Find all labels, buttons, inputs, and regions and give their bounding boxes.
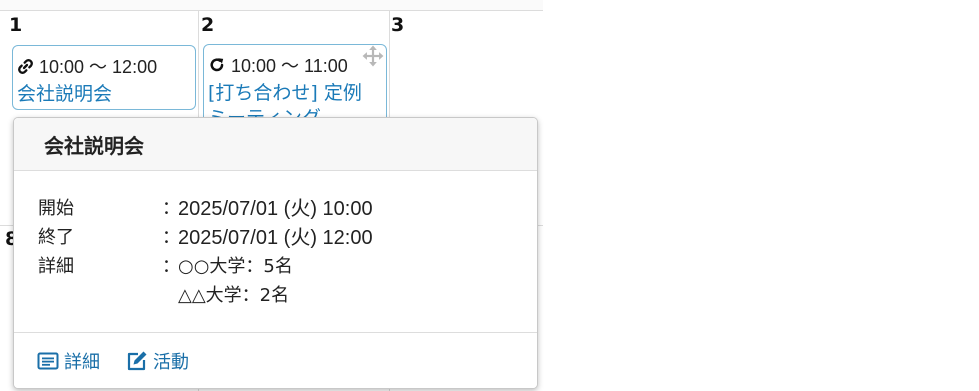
detail-value: 2025/07/01 (火) 12:00 — [178, 227, 373, 249]
calendar-header-row — [0, 0, 543, 11]
list-icon — [37, 352, 59, 370]
event-company-briefing[interactable]: 10:00 ～ 12:00 会社説明会 — [12, 45, 196, 110]
detail-label: 詳細 — [38, 256, 74, 277]
day-number-1[interactable]: 1 — [9, 14, 22, 36]
popover-title: 会社説明会 — [44, 134, 144, 158]
detail-label: 開始 — [38, 198, 74, 219]
details-button[interactable]: 詳細 — [37, 348, 100, 374]
day-number-3[interactable]: 3 — [391, 14, 404, 36]
activity-button-label: 活動 — [153, 352, 189, 373]
popover-header: 会社説明会 — [14, 118, 537, 171]
detail-label: 終了 — [38, 227, 74, 248]
event-title: 会社説明会 — [17, 83, 113, 105]
event-detail-popover: 会社説明会 開始 ： 2025/07/01 (火) 10:00 終了 ： 202… — [13, 117, 538, 389]
event-time: 10:00 ～ 11:00 — [231, 56, 348, 76]
detail-value: 2025/07/01 (火) 10:00 — [178, 198, 373, 220]
detail-value: ○○大学：5名 — [178, 256, 293, 277]
details-button-label: 詳細 — [64, 352, 100, 373]
popover-body: 開始 ： 2025/07/01 (火) 10:00 終了 ： 2025/07/0… — [14, 172, 537, 332]
edit-icon — [127, 351, 147, 371]
detail-value: △△大学：2名 — [178, 285, 290, 306]
day-number-2[interactable]: 2 — [201, 14, 214, 36]
activity-button[interactable]: 活動 — [126, 348, 189, 374]
event-time: 10:00 ～ 12:00 — [39, 57, 158, 77]
popover-footer: 詳細 活動 — [14, 332, 537, 388]
event-title: [打ち合わせ] 定例 — [208, 82, 362, 104]
link-icon — [18, 58, 33, 74]
move-icon[interactable] — [362, 45, 384, 67]
repeat-icon — [210, 58, 224, 72]
event-regular-meeting[interactable]: 10:00 ～ 11:00 [打ち合わせ] 定例 ミーティング — [203, 44, 387, 124]
